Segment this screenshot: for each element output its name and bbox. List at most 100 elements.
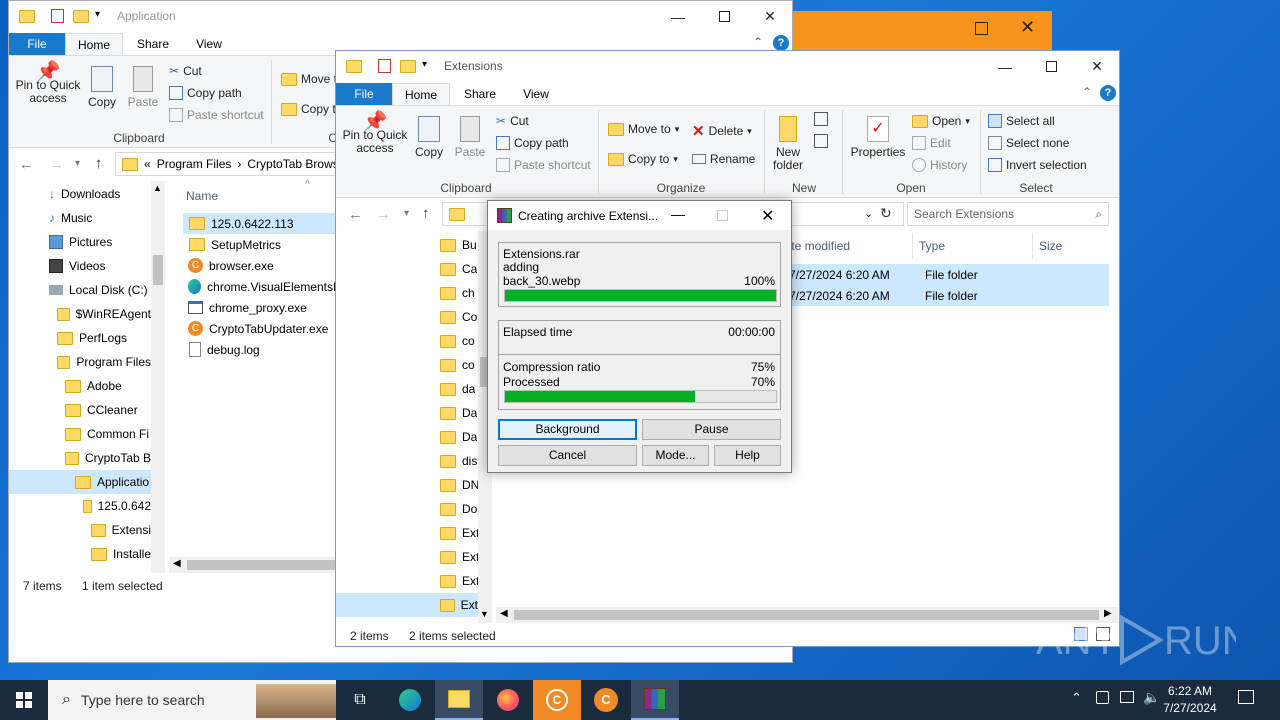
- back-arrow-icon[interactable]: ←: [348, 206, 363, 223]
- column-divider[interactable]: [1032, 233, 1033, 259]
- forward-arrow-icon[interactable]: →: [376, 206, 391, 223]
- new-folder-button[interactable]: New folder: [768, 116, 808, 172]
- tree-item[interactable]: Ext: [440, 545, 478, 569]
- paste-shortcut-button[interactable]: Paste shortcut: [496, 158, 591, 172]
- tree-item-extensions[interactable]: Extensi: [91, 518, 151, 542]
- clock-date[interactable]: 7/27/2024: [1160, 701, 1220, 715]
- background-button[interactable]: Background: [498, 419, 637, 440]
- tree-item[interactable]: Do: [440, 497, 477, 521]
- maximize-button[interactable]: [717, 210, 728, 221]
- orange-window-maximize-icon[interactable]: [975, 22, 988, 35]
- breadcrumb-overflow[interactable]: «: [144, 157, 151, 171]
- file-row[interactable]: C CryptoTabUpdater.exe: [183, 318, 343, 339]
- tree-item-adobe[interactable]: Adobe: [65, 374, 151, 398]
- copy-to-button[interactable]: Copy to ▾: [608, 152, 678, 166]
- scroll-up-icon[interactable]: ▲: [153, 183, 162, 193]
- cut-button[interactable]: ✂ Cut: [169, 64, 202, 78]
- scroll-left-icon[interactable]: ◀: [500, 608, 508, 619]
- column-header-name[interactable]: Name: [186, 189, 218, 203]
- show-hidden-icons-icon[interactable]: ⌃: [1071, 690, 1082, 706]
- tree-item[interactable]: Da: [440, 401, 477, 425]
- minimize-button[interactable]: —: [982, 51, 1028, 82]
- tree-item[interactable]: Da: [440, 425, 477, 449]
- tab-home[interactable]: Home: [392, 83, 450, 105]
- taskbar-search-box[interactable]: ⌕ Type here to search: [48, 680, 336, 720]
- recent-locations-icon[interactable]: ▾: [404, 208, 409, 219]
- file-row[interactable]: SetupMetrics: [183, 234, 343, 255]
- tree-item-program-files[interactable]: Program Files: [57, 350, 151, 374]
- properties-icon[interactable]: [51, 9, 64, 23]
- copy-button[interactable]: Copy: [412, 116, 446, 159]
- column-divider[interactable]: [912, 233, 913, 259]
- file-row[interactable]: chrome.VisualElementsM: [183, 276, 343, 297]
- select-all-button[interactable]: Select all: [988, 114, 1055, 128]
- tree-item-downloads[interactable]: ↓ Downloads: [49, 182, 159, 206]
- delete-button[interactable]: ✕ Delete ▾: [692, 122, 752, 140]
- tree-item[interactable]: Ca: [440, 257, 477, 281]
- tree-item[interactable]: ch: [440, 281, 475, 305]
- tree-item-installer[interactable]: Installe: [91, 542, 151, 566]
- minimize-button[interactable]: —: [671, 206, 685, 222]
- title-bar[interactable]: ▾ Extensions — ✕: [336, 51, 1119, 82]
- network-icon[interactable]: [1096, 691, 1109, 704]
- select-none-button[interactable]: Select none: [988, 136, 1069, 150]
- dialog-title-bar[interactable]: Creating archive Extensi... — ✕: [488, 201, 791, 230]
- notifications-icon[interactable]: [1238, 690, 1254, 704]
- tree-item-winreagent[interactable]: $WinREAgent: [57, 302, 151, 326]
- volume-icon[interactable]: 🔈: [1143, 689, 1160, 706]
- maximize-button[interactable]: [1028, 51, 1074, 82]
- tree-item[interactable]: Bu: [440, 233, 477, 257]
- history-button[interactable]: History: [912, 158, 967, 172]
- easy-access-icon[interactable]: [814, 134, 828, 148]
- back-arrow-icon[interactable]: ←: [19, 156, 34, 173]
- horizontal-scrollbar[interactable]: ◀ ▶: [496, 607, 1118, 623]
- tree-item-cryptotab[interactable]: CryptoTab B: [65, 446, 151, 470]
- tree-item-ccleaner[interactable]: CCleaner: [65, 398, 151, 422]
- tree-item[interactable]: co: [440, 329, 475, 353]
- tree-item-perflogs[interactable]: PerfLogs: [57, 326, 151, 350]
- tree-item-common-files[interactable]: Common Fi: [65, 422, 151, 446]
- tree-item[interactable]: da: [440, 377, 475, 401]
- refresh-icon[interactable]: ↻: [880, 205, 892, 222]
- mode-button[interactable]: Mode...: [642, 445, 709, 466]
- tree-item-music[interactable]: ♪ Music: [49, 206, 159, 230]
- taskbar-edge[interactable]: [386, 680, 434, 720]
- horizontal-scrollbar[interactable]: ◀: [169, 557, 345, 573]
- help-icon[interactable]: ?: [1100, 85, 1116, 101]
- column-header-type[interactable]: Type: [919, 239, 945, 253]
- scrollbar-thumb[interactable]: [187, 560, 345, 570]
- cut-button[interactable]: ✂ Cut: [496, 114, 529, 128]
- breadcrumb-program-files[interactable]: Program Files: [157, 157, 232, 171]
- navigation-scrollbar[interactable]: ▲: [151, 181, 165, 573]
- copy-path-button[interactable]: Copy path: [169, 86, 242, 100]
- orange-window-close-icon[interactable]: ✕: [1020, 17, 1035, 38]
- taskbar-winrar[interactable]: [631, 680, 679, 720]
- scrollbar-thumb[interactable]: [153, 255, 163, 285]
- tree-item[interactable]: DN: [440, 473, 478, 497]
- help-button[interactable]: Help: [714, 445, 781, 466]
- taskbar-file-explorer[interactable]: [435, 680, 483, 720]
- up-arrow-icon[interactable]: ↑: [95, 155, 103, 172]
- file-row[interactable]: Cbrowser.exe: [183, 255, 343, 276]
- close-button[interactable]: ✕: [747, 1, 792, 32]
- ribbon-collapse-icon[interactable]: ⌃: [753, 35, 763, 49]
- taskbar-cryptotab[interactable]: C: [533, 680, 581, 720]
- tree-item-extensions[interactable]: Ext: [436, 593, 478, 617]
- address-dropdown-icon[interactable]: ⌄: [864, 207, 873, 220]
- help-icon[interactable]: ?: [773, 35, 789, 51]
- pin-to-quick-access-button[interactable]: 📌 Pin to Quick access: [13, 62, 83, 105]
- column-header-size[interactable]: Size: [1039, 239, 1062, 253]
- maximize-button[interactable]: [701, 1, 747, 32]
- tree-item[interactable]: Ext: [440, 521, 478, 545]
- tab-file[interactable]: File: [9, 33, 65, 55]
- rename-button[interactable]: Rename: [692, 152, 755, 166]
- copy-path-button[interactable]: Copy path: [496, 136, 569, 150]
- tree-item-pictures[interactable]: Pictures: [49, 230, 159, 254]
- forward-arrow-icon[interactable]: →: [49, 156, 64, 173]
- chevron-down-icon[interactable]: ▾: [422, 59, 427, 70]
- up-arrow-icon[interactable]: ↑: [422, 205, 430, 222]
- tab-share[interactable]: Share: [131, 33, 175, 55]
- recent-locations-icon[interactable]: ▾: [75, 158, 80, 169]
- new-folder-icon[interactable]: [73, 9, 89, 24]
- tree-item-application[interactable]: Applicatio: [9, 470, 151, 494]
